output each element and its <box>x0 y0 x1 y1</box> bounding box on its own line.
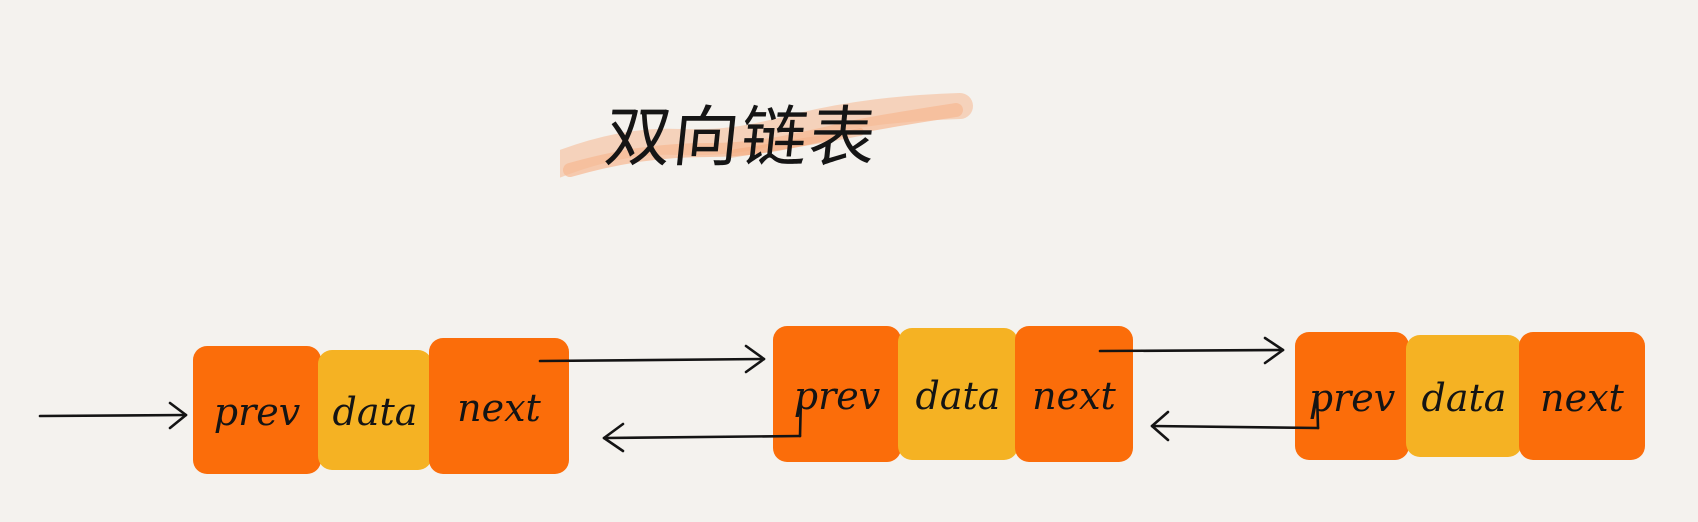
node-3-prev-arrow <box>1150 390 1320 442</box>
node-1-next-arrow <box>538 344 766 374</box>
node-2-next-arrow <box>1098 336 1285 365</box>
head-arrow <box>38 401 188 430</box>
pointer-arrows <box>38 336 1320 453</box>
node-2-prev-arrow <box>602 394 803 453</box>
